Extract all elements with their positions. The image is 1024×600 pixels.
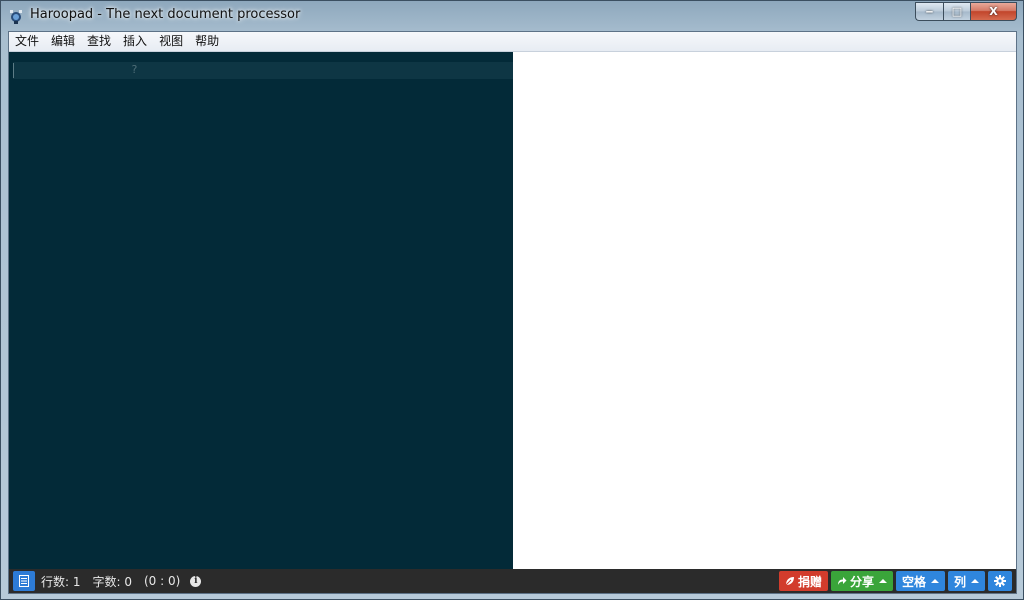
- space-label: 空格: [901, 574, 926, 589]
- share-arrow-icon: [837, 577, 847, 585]
- close-icon: X: [989, 5, 998, 18]
- text-cursor: [13, 63, 14, 78]
- columns-button[interactable]: 列: [947, 571, 985, 591]
- app-window: Haroopad - The next document processor ‒…: [0, 0, 1024, 600]
- caret-up-icon: [930, 579, 939, 583]
- close-button[interactable]: X: [970, 2, 1017, 21]
- settings-button[interactable]: [988, 571, 1012, 591]
- donate-label: 捐赠: [797, 574, 822, 589]
- info-icon[interactable]: i: [190, 575, 202, 587]
- status-actions: 捐赠 分享 空格 列: [778, 571, 1012, 591]
- menu-bar: 文件 编辑 查找 插入 视图 帮助: [9, 32, 1016, 52]
- maximize-button[interactable]: □: [943, 2, 970, 21]
- menu-find[interactable]: 查找: [81, 32, 117, 51]
- editor-placeholder: ?: [131, 63, 138, 76]
- cursor-position: (0 : 0): [144, 574, 181, 588]
- document-icon: [19, 575, 29, 587]
- caret-up-icon: [878, 579, 887, 583]
- share-button[interactable]: 分享: [830, 571, 893, 591]
- window-title: Haroopad - The next document processor: [30, 7, 301, 22]
- toggle-sidebar-button[interactable]: [13, 571, 35, 591]
- preview-pane[interactable]: [513, 52, 1016, 569]
- haroopad-logo-icon: [10, 10, 22, 24]
- char-count: 字数: 0: [92, 574, 133, 589]
- line-count: 行数: 1: [41, 574, 81, 589]
- status-bar: 行数: 1 字数: 0 (0 : 0) i 捐赠 分享 空格 列: [9, 569, 1016, 593]
- active-line-highlight: [13, 62, 513, 79]
- minimize-button[interactable]: ‒: [915, 2, 943, 21]
- menu-edit[interactable]: 编辑: [45, 32, 81, 51]
- menu-help[interactable]: 帮助: [189, 32, 225, 51]
- title-bar[interactable]: Haroopad - The next document processor ‒…: [1, 1, 1023, 31]
- markdown-editor[interactable]: ?: [9, 52, 513, 569]
- leaf-icon: [785, 577, 794, 586]
- caret-up-icon: [971, 579, 979, 583]
- share-label: 分享: [849, 574, 874, 589]
- client-area: 文件 编辑 查找 插入 视图 帮助 ? 行数: 1 字数: 0 (0: 0) …: [8, 31, 1017, 594]
- donate-button[interactable]: 捐赠: [778, 571, 828, 591]
- window-controls: ‒ □ X: [915, 2, 1017, 21]
- indent-space-button[interactable]: 空格: [895, 571, 945, 591]
- columns-label: 列: [953, 574, 966, 589]
- gear-icon: [994, 575, 1006, 587]
- menu-file[interactable]: 文件: [9, 32, 45, 51]
- maximize-icon: □: [951, 5, 963, 18]
- menu-view[interactable]: 视图: [153, 32, 189, 51]
- minimize-icon: ‒: [925, 5, 934, 18]
- menu-insert[interactable]: 插入: [117, 32, 153, 51]
